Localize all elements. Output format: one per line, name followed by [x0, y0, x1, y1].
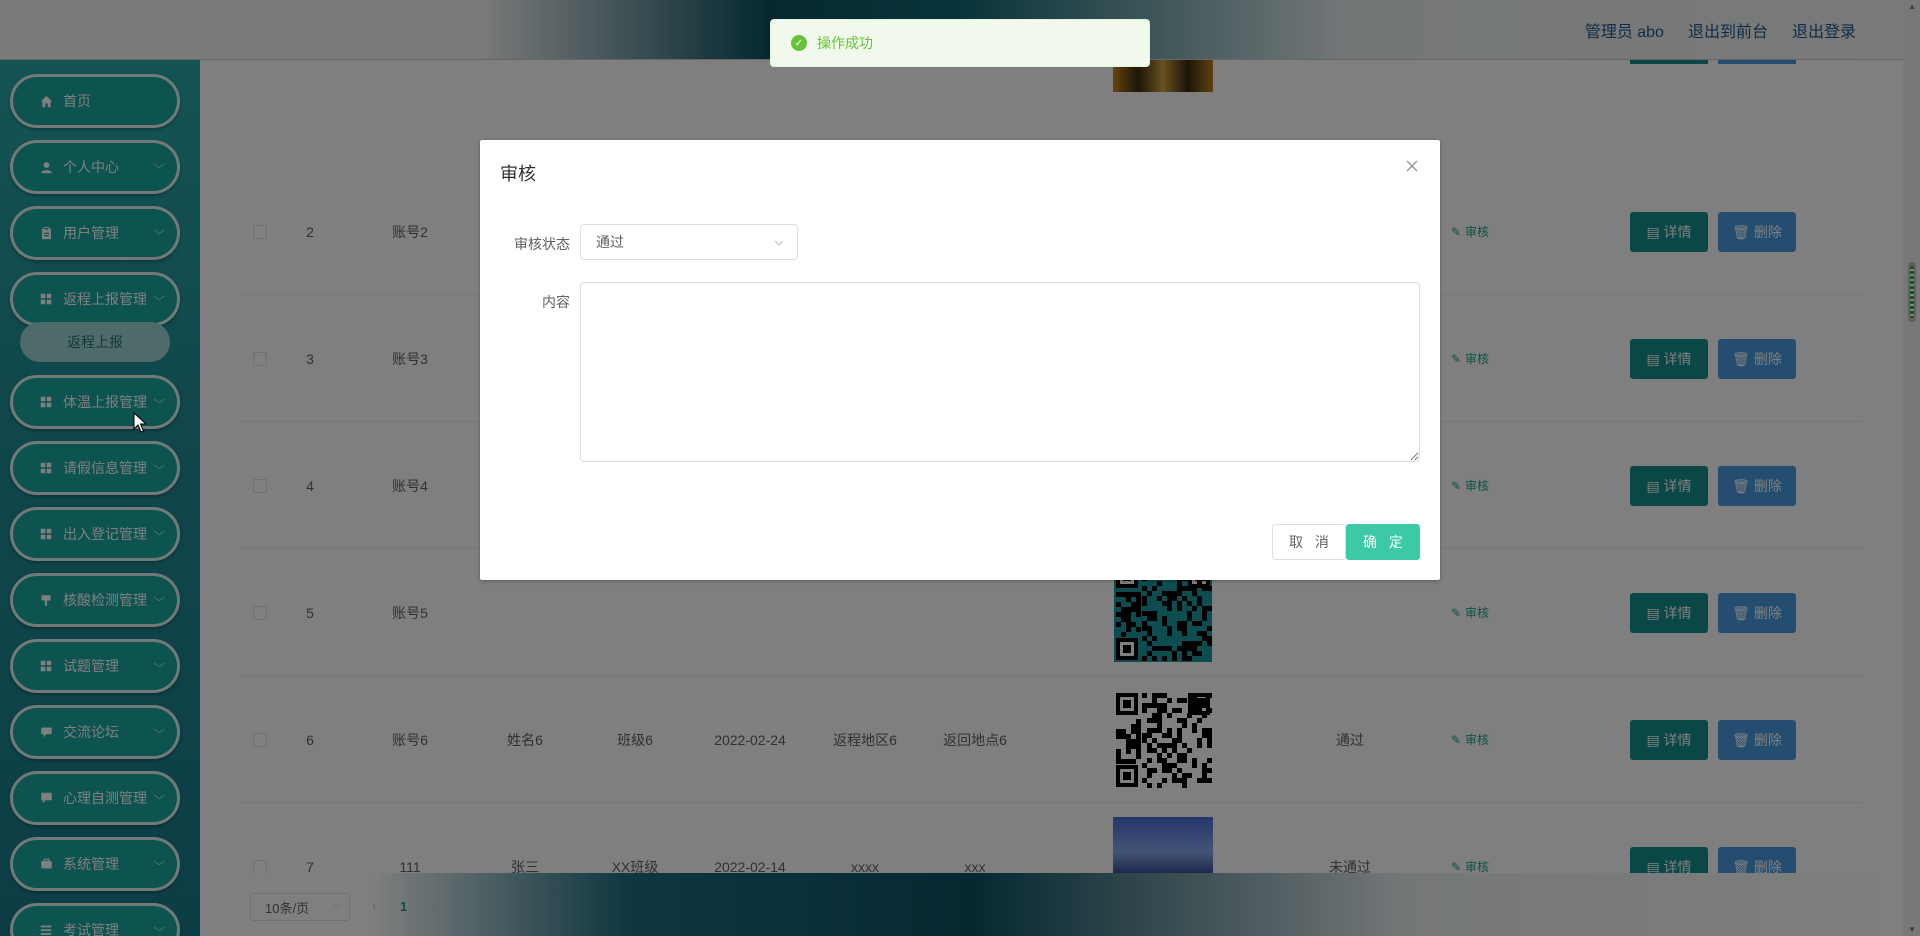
content-textarea[interactable]	[580, 282, 1420, 462]
content-label: 内容	[542, 294, 570, 310]
audit-status-value: 通过	[596, 234, 624, 250]
audit-dialog: 审核 审核状态 通过 内容 取 消 确 定	[480, 140, 1440, 580]
chevron-down-icon	[774, 240, 784, 246]
audit-status-select[interactable]: 通过	[580, 224, 798, 260]
toast-message: 操作成功	[817, 35, 873, 51]
confirm-button[interactable]: 确 定	[1346, 524, 1420, 560]
close-icon[interactable]	[1404, 158, 1420, 174]
audit-status-label: 审核状态	[514, 236, 570, 252]
cancel-button[interactable]: 取 消	[1272, 524, 1346, 560]
dialog-title: 审核	[500, 164, 536, 184]
success-check-icon: ✓	[791, 35, 807, 51]
success-toast: ✓ 操作成功	[770, 19, 1150, 67]
mouse-cursor-icon	[133, 412, 147, 433]
